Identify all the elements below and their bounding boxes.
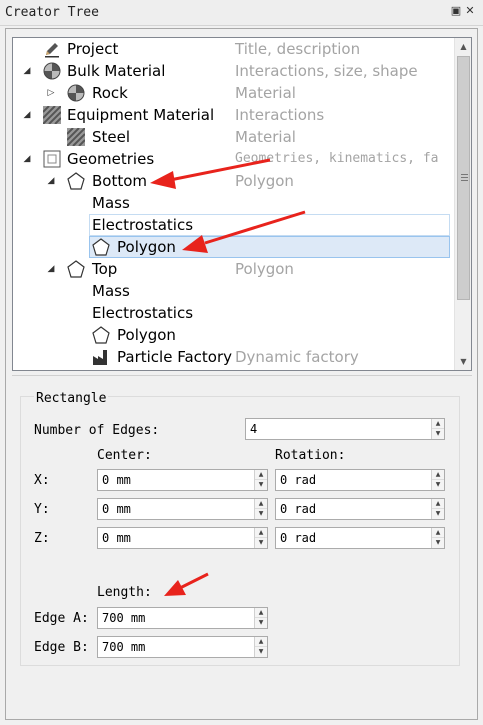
annotation-arrow-polygon xyxy=(182,210,306,253)
annotation-arrows xyxy=(150,158,306,596)
annotation-arrow-bottom xyxy=(150,158,271,189)
annotation-arrow-length xyxy=(164,572,209,596)
